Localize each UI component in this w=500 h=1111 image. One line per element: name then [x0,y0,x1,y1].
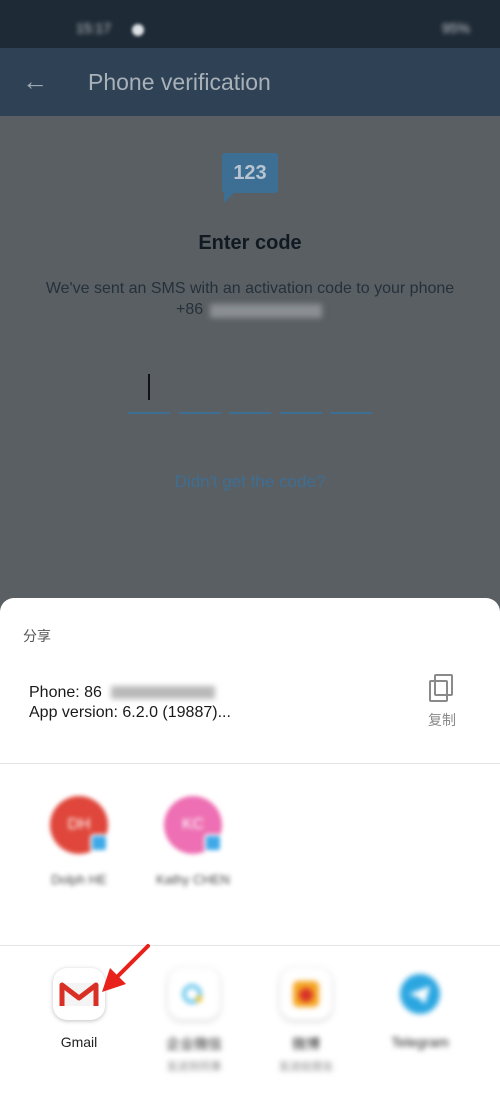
code-digit-input[interactable] [280,412,322,414]
contact-target[interactable]: DH Dolph HE [34,796,124,887]
enter-code-heading: Enter code [198,232,302,254]
app-sublabel: 发送到同事 [166,1061,222,1073]
status-bar: 15:17 95% [0,0,500,48]
app-sublabel: 发送给朋友 [278,1061,334,1073]
sms-code-icon: 123 [222,153,278,203]
app-label: Gmail [60,1034,98,1050]
share-target-weibo[interactable]: 微博 发送给朋友 [251,968,361,1074]
app-bar: ← Phone verification [0,48,500,116]
share-sheet: 分享 Phone: 86 App version: 6.2.0 (19887).… [0,598,500,1111]
contact-target[interactable]: KC Kathy CHEN [148,796,238,887]
copy-icon [429,674,455,702]
share-target-wecom[interactable]: 企业微信 发送到同事 [139,968,249,1074]
code-digit-input[interactable] [128,412,170,414]
share-sheet-title: 分享 [23,628,51,644]
preview-phone-redacted [111,686,215,699]
verification-content: 123 Enter code We've sent an SMS with an… [0,116,500,598]
preview-version-line: App version: 6.2.0 (19887)... [29,704,231,721]
weibo-icon [280,968,332,1020]
sms-description: We've sent an SMS with an activation cod… [45,280,455,297]
copy-button[interactable]: 复制 [416,674,468,734]
app-label: Telegram [391,1034,449,1050]
annotation-arrow-icon [102,944,150,992]
contact-name: Dolph HE [51,872,107,887]
app-label: 企业微信 [166,1036,222,1052]
avatar: KC [164,796,222,854]
resend-code-link[interactable]: Didn't get the code? [0,472,500,492]
telegram-badge-icon [90,834,108,852]
avatar: DH [50,796,108,854]
wecom-icon [168,968,220,1020]
share-target-telegram[interactable]: Telegram [365,968,475,1050]
page-title: Phone verification [88,69,271,95]
status-time: 15:17 [76,20,112,36]
phone-prefix: +86 [176,301,204,318]
status-system-icons: 95% [441,20,470,36]
notification-icon [132,24,144,36]
contact-name: Kathy CHEN [156,872,230,887]
divider [0,763,500,764]
divider [0,945,500,946]
text-cursor [148,374,150,400]
code-digit-input[interactable] [179,412,221,414]
back-arrow-icon[interactable]: ← [22,68,48,94]
telegram-badge-icon [204,834,222,852]
telegram-icon [394,968,446,1020]
phone-number-redacted [210,304,322,318]
copy-label: 复制 [428,712,456,728]
code-digit-input[interactable] [330,412,372,414]
code-digit-input[interactable] [229,412,271,414]
app-label: 微博 [292,1036,320,1052]
